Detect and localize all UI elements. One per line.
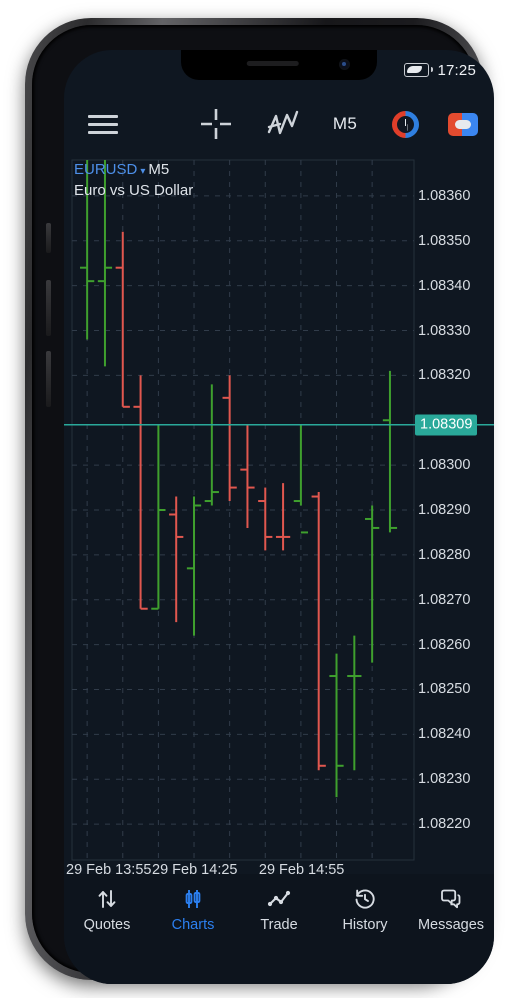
nav-item-charts[interactable]: Charts xyxy=(150,886,236,933)
ohlc-bar xyxy=(204,384,219,506)
ohlc-bar xyxy=(275,483,291,551)
crosshair-button[interactable] xyxy=(180,107,252,141)
earpiece-speaker xyxy=(246,61,299,66)
ohlc-bar xyxy=(80,160,95,340)
timeframe-button[interactable]: M5 xyxy=(314,114,376,134)
menu-button[interactable] xyxy=(64,110,142,139)
camera-lens xyxy=(342,61,346,66)
new-order-button[interactable] xyxy=(434,112,492,136)
front-camera-icon xyxy=(339,59,350,70)
nav-item-history[interactable]: History xyxy=(322,886,408,933)
ohlc-bar xyxy=(133,375,148,610)
bottom-navigation: Quotes Charts Trade History Messages xyxy=(64,874,494,984)
clock-history-icon xyxy=(353,886,377,912)
chart-toolbar: M5 xyxy=(64,98,494,150)
ohlc-bar xyxy=(222,375,237,502)
chart-ohlc-bars xyxy=(80,160,398,798)
ohlc-bar xyxy=(382,370,398,533)
chat-bubbles-icon xyxy=(439,886,463,912)
nav-label-history: History xyxy=(342,917,388,933)
device-notch xyxy=(181,50,377,80)
ohlc-bar xyxy=(311,492,326,771)
nav-label-trade: Trade xyxy=(260,917,298,933)
hamburger-menu-icon xyxy=(88,110,118,139)
ohlc-bar xyxy=(365,505,380,663)
ohlc-bar xyxy=(186,496,202,636)
new-order-icon xyxy=(448,112,478,136)
mute-switch[interactable] xyxy=(46,223,51,253)
phone-device-frame: 17:25 M5 EURUSD ▾ M5 Euro vs US Dollar 1… xyxy=(25,18,494,984)
ohlc-bar xyxy=(115,231,130,408)
ohlc-bar xyxy=(240,424,255,528)
candlestick-icon xyxy=(181,886,205,912)
ohlc-bar xyxy=(169,496,184,623)
nav-label-quotes: Quotes xyxy=(83,917,131,933)
phone-screen: 17:25 M5 EURUSD ▾ M5 Euro vs US Dollar 1… xyxy=(64,50,494,984)
nav-item-quotes[interactable]: Quotes xyxy=(64,886,150,933)
battery-saver-icon xyxy=(404,63,434,77)
line-chart-icon xyxy=(267,886,291,912)
crosshair-icon xyxy=(201,109,231,139)
ohlc-bar xyxy=(151,424,166,610)
ohlc-bar xyxy=(258,487,273,551)
nav-label-messages: Messages xyxy=(417,917,485,933)
indicators-button[interactable] xyxy=(252,109,314,139)
nav-item-trade[interactable]: Trade xyxy=(236,886,322,933)
volume-up-button[interactable] xyxy=(46,280,51,336)
ohlc-bar xyxy=(97,160,113,367)
nav-item-messages[interactable]: Messages xyxy=(408,886,494,933)
ohlc-bar xyxy=(347,635,362,771)
price-chart[interactable]: EURUSD ▾ M5 Euro vs US Dollar 1.08309 1.08… xyxy=(64,154,494,886)
clock-alert-icon xyxy=(391,110,419,138)
ohlc-chart-canvas[interactable] xyxy=(64,154,494,886)
timeframe-label: M5 xyxy=(332,114,358,133)
volume-down-button[interactable] xyxy=(46,351,51,407)
arrows-up-down-icon xyxy=(95,886,119,912)
battery-leaf-glyph xyxy=(407,65,423,73)
status-bar-clock: 17:25 xyxy=(437,61,476,79)
nav-label-charts: Charts xyxy=(171,917,215,933)
alerts-button[interactable] xyxy=(376,110,434,138)
indicators-icon xyxy=(267,110,299,135)
ohlc-bar xyxy=(329,653,344,798)
